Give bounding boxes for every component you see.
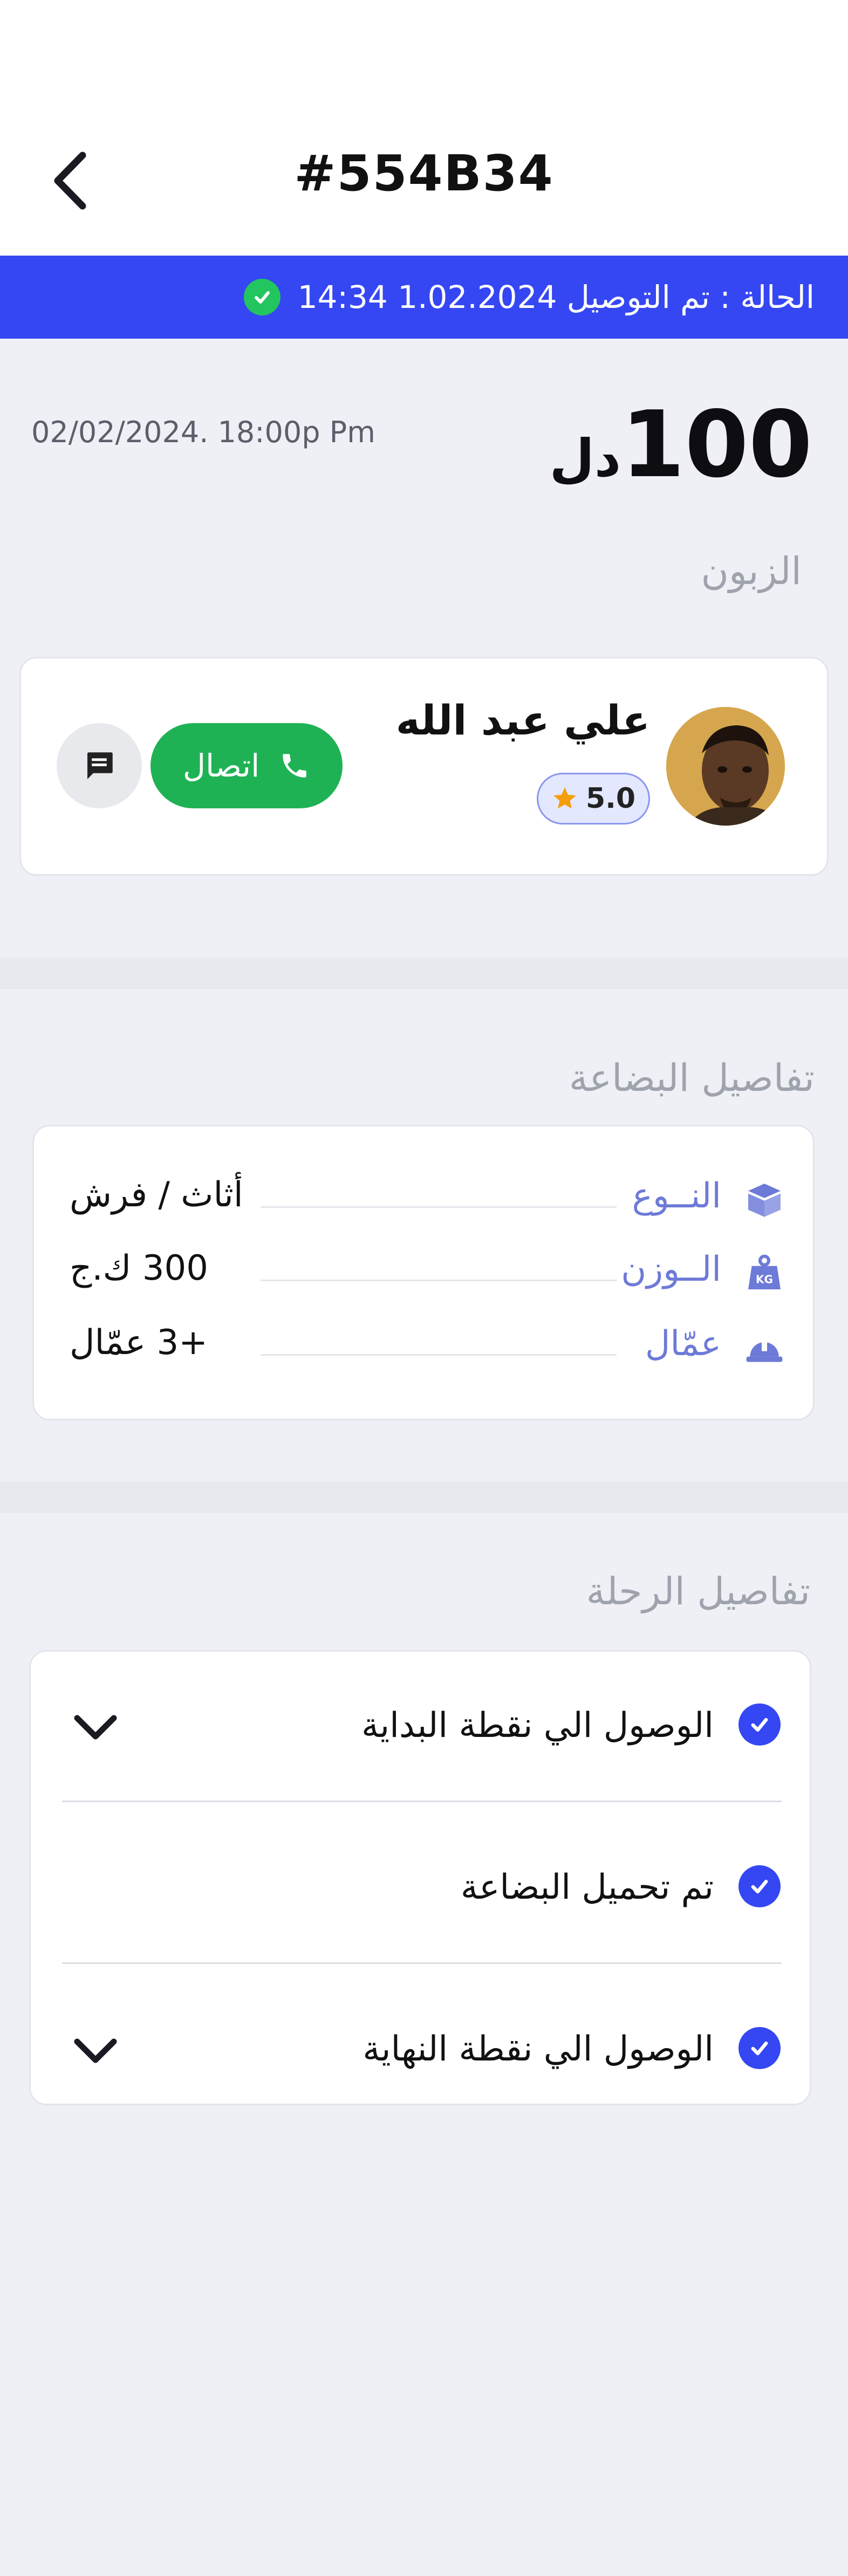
chat-button[interactable] <box>57 723 142 808</box>
row-divider <box>62 1962 782 1964</box>
goods-row-workers: عمّال +3 عمّال <box>34 1317 816 1377</box>
goods-row-weight: KG الــوزن 300 ك.ج <box>34 1243 816 1302</box>
chat-icon <box>87 752 113 779</box>
order-price: 100 دل <box>535 399 812 491</box>
helmet-icon <box>743 1326 786 1369</box>
goods-section-title: تفاصيل البضاعة <box>569 1056 815 1100</box>
weight-icon: KG <box>743 1252 786 1295</box>
trip-details-card: الوصول الي نقطة البداية تم تحميل البضاعة… <box>29 1650 811 2105</box>
section-divider <box>0 1482 848 1513</box>
rating-value: 5.0 <box>585 782 636 815</box>
row-divider <box>62 1801 782 1802</box>
price-currency: دل <box>549 428 621 489</box>
trip-step: تم تحميل البضاعة <box>31 1813 813 1959</box>
check-circle-icon <box>738 1703 781 1746</box>
star-icon <box>553 787 576 809</box>
chevron-down-icon[interactable] <box>69 1700 122 1754</box>
trip-step-label: الوصول الي نقطة النهاية <box>363 2029 714 2069</box>
trip-step[interactable]: الوصول الي نقطة النهاية <box>31 1975 813 2121</box>
status-text: الحالة : تم التوصيل 1.02.2024 14:34 <box>297 279 815 315</box>
call-button[interactable]: اتصال <box>151 723 343 808</box>
customer-card: علي عبد الله 5.0 اتصال <box>19 657 829 876</box>
customer-section-title: الزبون <box>701 549 802 593</box>
phone-icon <box>283 754 306 778</box>
goods-label: الــوزن <box>621 1249 721 1289</box>
goods-label: النــوع <box>632 1176 721 1216</box>
trip-section-title: تفاصيل الرحلة <box>586 1569 810 1613</box>
goods-value: 300 ك.ج <box>70 1248 208 1288</box>
customer-name: علي عبد الله <box>395 696 650 744</box>
goods-value: +3 عمّال <box>70 1323 208 1363</box>
check-circle-icon <box>738 1865 781 1907</box>
price-row: 02/02/2024. 18:00p Pm 100 دل <box>0 399 848 507</box>
dotted-line <box>261 1280 617 1281</box>
trip-step-label: تم تحميل البضاعة <box>460 1867 714 1907</box>
check-circle-icon <box>243 279 281 315</box>
dotted-line <box>261 1354 617 1356</box>
order-date: 02/02/2024. 18:00p Pm <box>31 415 375 449</box>
trip-step[interactable]: الوصول الي نقطة البداية <box>31 1652 813 1797</box>
order-id-title: #554B34 <box>294 145 554 202</box>
goods-label: عمّال <box>645 1324 721 1364</box>
chevron-down-icon[interactable] <box>69 2024 122 2078</box>
section-divider <box>0 958 848 989</box>
call-button-label: اتصال <box>182 747 260 784</box>
svg-text:KG: KG <box>756 1273 773 1286</box>
goods-row-type: النــوع أثاث / فرش <box>34 1170 816 1229</box>
dotted-line <box>261 1206 617 1208</box>
goods-value: أثاث / فرش <box>70 1175 243 1215</box>
check-circle-icon <box>738 2027 781 2069</box>
top-bar <box>0 0 848 256</box>
box-icon <box>743 1178 786 1221</box>
price-value: 100 <box>621 391 812 498</box>
rating-badge: 5.0 <box>537 773 650 825</box>
status-bar: الحالة : تم التوصيل 1.02.2024 14:34 <box>0 256 848 339</box>
trip-step-label: الوصول الي نقطة البداية <box>361 1706 714 1746</box>
goods-details-card: النــوع أثاث / فرش KG الــوزن 300 ك.ج عم… <box>32 1125 815 1420</box>
avatar <box>666 707 785 826</box>
